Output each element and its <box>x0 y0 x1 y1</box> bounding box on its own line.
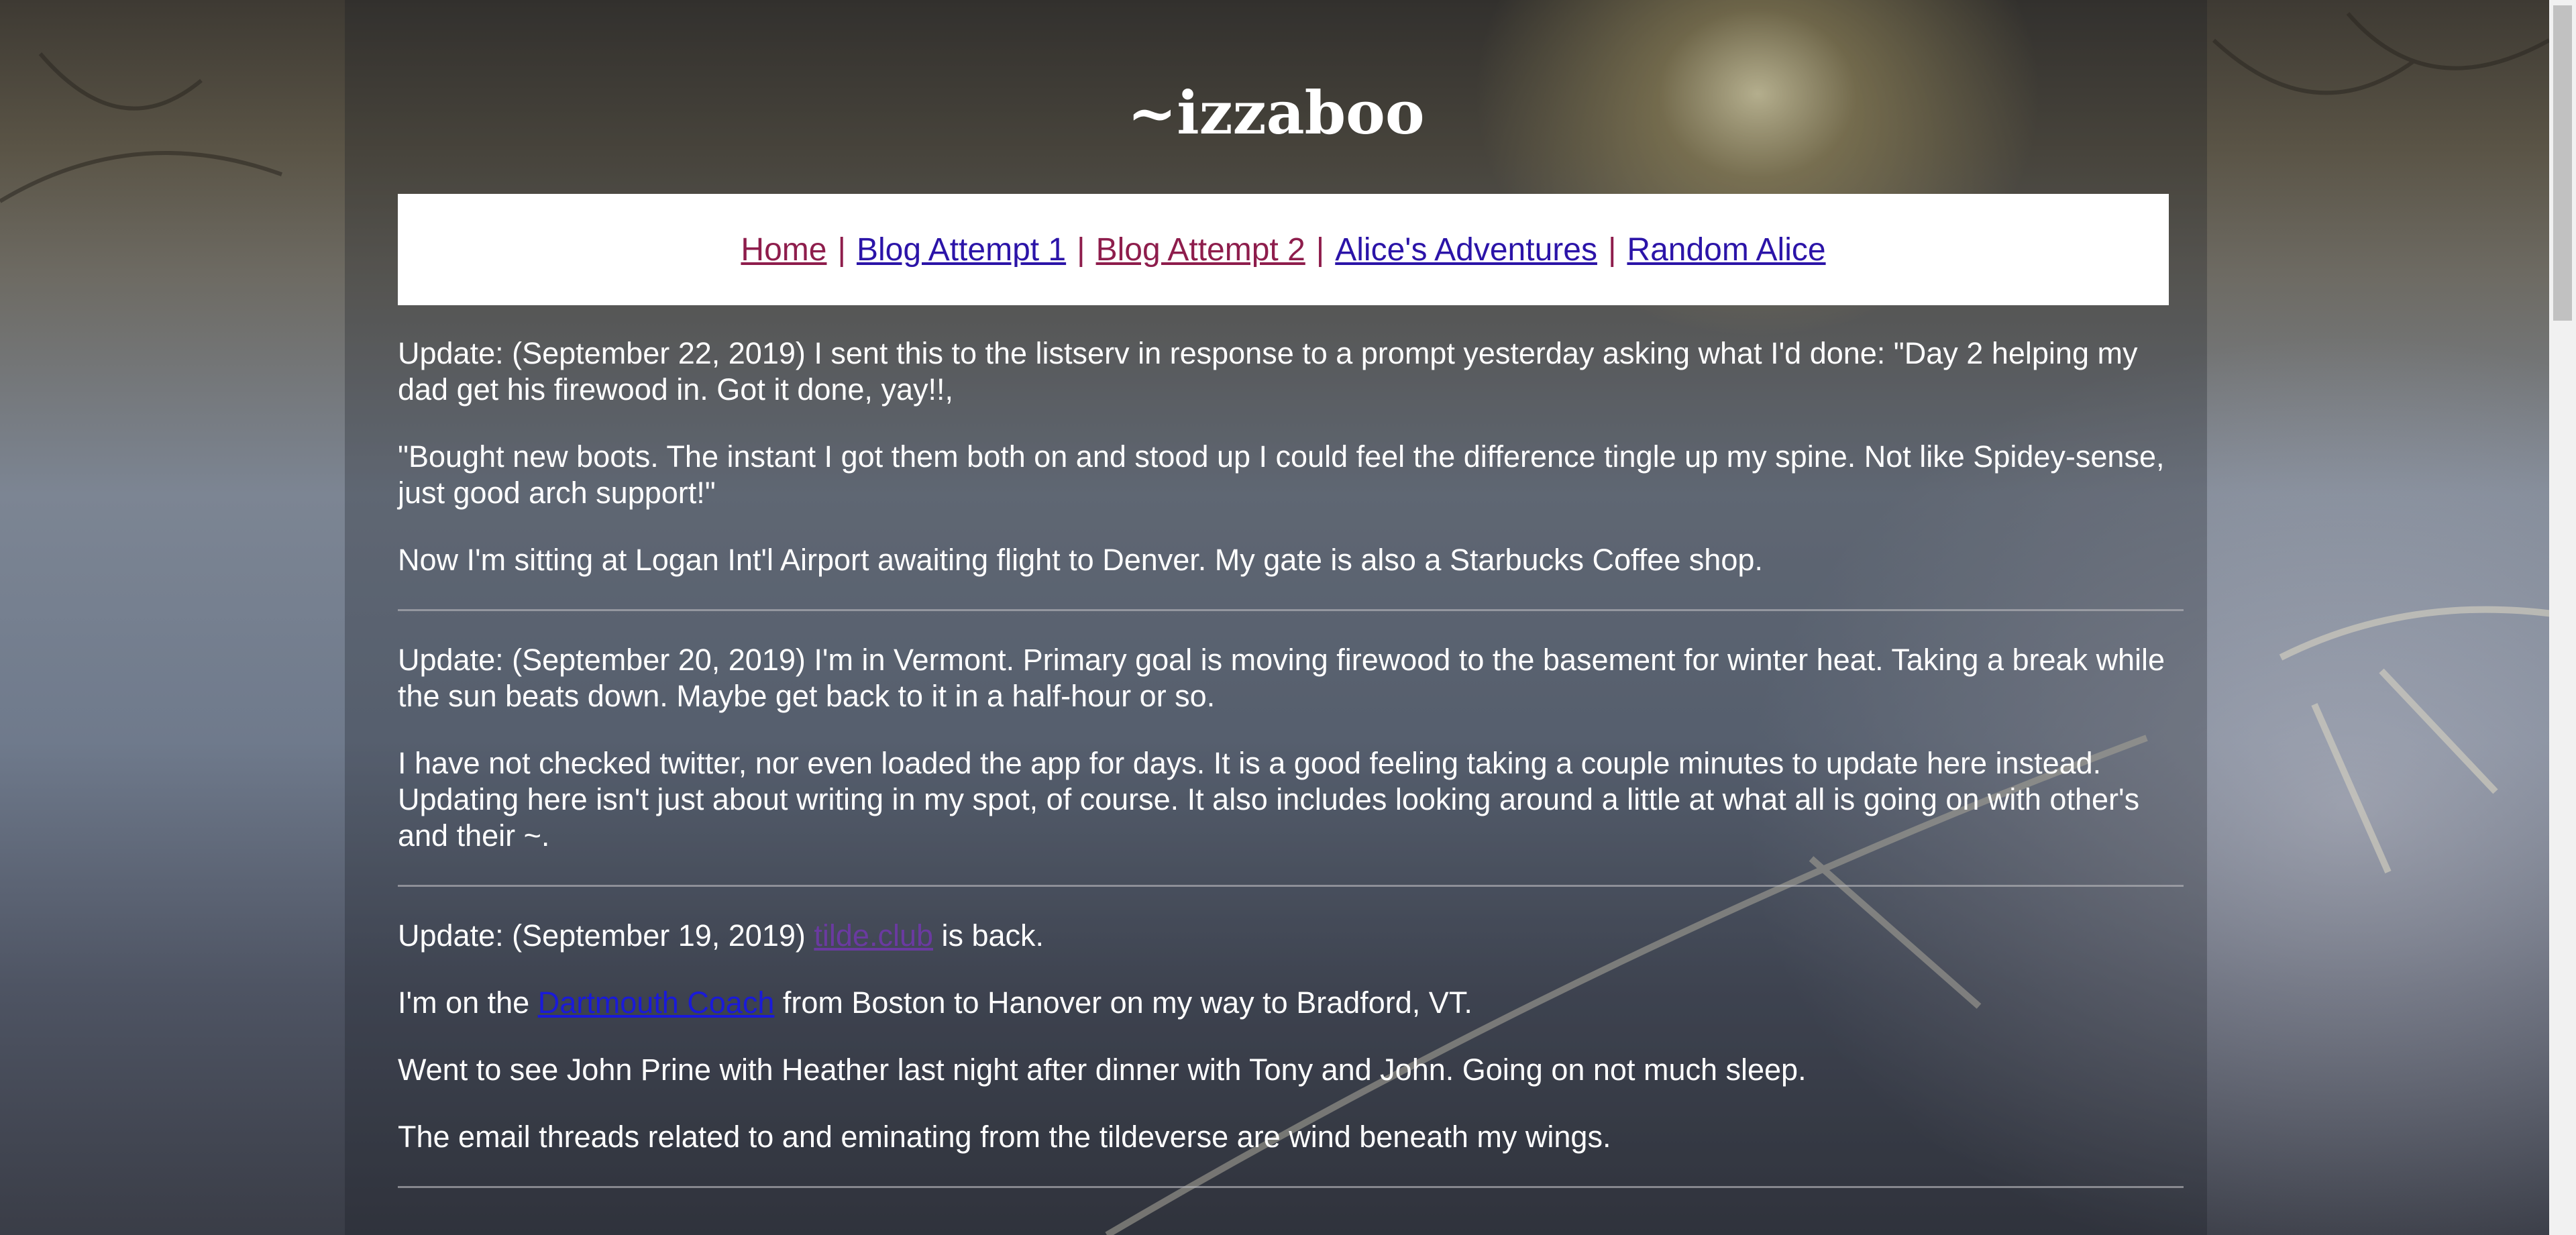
nav-link-blog-attempt-2[interactable]: Blog Attempt 2 <box>1096 231 1305 268</box>
post-paragraph: I have not checked twitter, nor even loa… <box>398 746 2140 853</box>
post-paragraph: Update: (September 20, 2019) I'm in Verm… <box>398 643 2165 713</box>
site-title: ~izzaboo <box>1127 78 1425 148</box>
post-paragraph: "Bought new boots. The instant I got the… <box>398 439 2165 510</box>
post-2019-09-20: Update: (September 20, 2019) I'm in Verm… <box>398 642 2184 854</box>
post-2019-09-22: Update: (September 22, 2019) I sent this… <box>398 335 2184 578</box>
post-paragraph: Update: (September 22, 2019) I sent this… <box>398 336 2138 407</box>
nav-separator: | <box>837 231 846 268</box>
nav-link-alices-adventures[interactable]: Alice's Adventures <box>1335 231 1597 268</box>
post-text: Update: (September 19, 2019) <box>398 918 814 953</box>
blog-content: Update: (September 22, 2019) I sent this… <box>398 335 2184 1219</box>
post-paragraph: Update: (September 19, 2019) tilde.club … <box>398 918 2184 954</box>
tilde-club-link[interactable]: tilde.club <box>814 918 933 953</box>
post-paragraph: I'm on the Dartmouth Coach from Boston t… <box>398 985 2184 1021</box>
post-divider <box>398 1186 2184 1188</box>
post-text: from Boston to Hanover on my way to Brad… <box>774 985 1472 1020</box>
post-paragraph: Now I'm sitting at Logan Int'l Airport a… <box>398 543 1763 577</box>
nav-link-blog-attempt-1[interactable]: Blog Attempt 1 <box>857 231 1066 268</box>
post-2019-09-19: Update: (September 19, 2019) tilde.club … <box>398 918 2184 1155</box>
nav-link-home[interactable]: Home <box>741 231 826 268</box>
nav-separator: | <box>1607 231 1617 268</box>
post-divider <box>398 885 2184 887</box>
dartmouth-coach-link[interactable]: Dartmouth Coach <box>538 985 775 1020</box>
post-text: I'm on the <box>398 985 538 1020</box>
post-divider <box>398 609 2184 611</box>
nav-link-random-alice[interactable]: Random Alice <box>1627 231 1825 268</box>
post-paragraph: Went to see John Prine with Heather last… <box>398 1053 1807 1087</box>
nav-separator: | <box>1316 231 1325 268</box>
page-scrollbar[interactable] <box>2549 0 2576 1235</box>
post-paragraph: The email threads related to and eminati… <box>398 1120 1611 1154</box>
main-nav: Home | Blog Attempt 1 | Blog Attempt 2 |… <box>398 194 2169 305</box>
scrollbar-thumb[interactable] <box>2553 5 2572 321</box>
post-text: is back. <box>933 918 1044 953</box>
nav-separator: | <box>1077 231 1085 268</box>
